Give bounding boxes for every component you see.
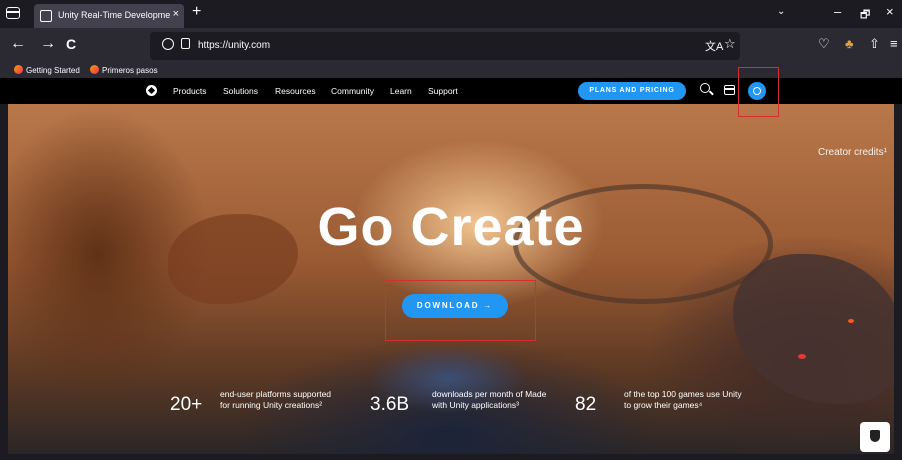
hero-lava [848, 319, 854, 323]
forward-button[interactable]: → [40, 35, 56, 53]
tab-title: Unity Real-Time Development Platf [58, 10, 170, 20]
nav-link-solutions[interactable]: Solutions [223, 86, 258, 96]
nav-link-products[interactable]: Products [173, 86, 207, 96]
translate-icon[interactable]: 文A [705, 38, 723, 54]
tab-favicon-icon [40, 10, 52, 22]
bookmark-label: Primeros pasos [102, 66, 158, 75]
menu-icon[interactable]: ≡ [890, 36, 898, 51]
tracking-protection-icon[interactable] [162, 38, 174, 50]
tab-close-icon[interactable]: × [173, 8, 179, 20]
unity-logo-icon[interactable] [146, 85, 157, 96]
nav-link-learn[interactable]: Learn [390, 86, 412, 96]
stat-number: 82 [575, 394, 597, 415]
new-tab-button[interactable]: + [192, 3, 201, 21]
shield-icon[interactable] [860, 422, 890, 452]
close-window-button[interactable]: × [886, 4, 894, 19]
browser-tab[interactable]: Unity Real-Time Development Platf × [34, 4, 184, 28]
stat-number: 3.6B [370, 394, 410, 415]
extension-icon[interactable]: ♣ [845, 36, 854, 51]
stat-description: downloads per month of Made with Unity a… [432, 389, 547, 410]
bookmark-label: Getting Started [26, 66, 80, 75]
back-button[interactable]: ← [10, 35, 26, 53]
hero-banner: Creator credits¹ Go Create DOWNLOAD → 20… [8, 104, 894, 454]
reload-button[interactable]: C [66, 36, 76, 52]
bookmark-getting-started[interactable]: Getting Started [14, 65, 80, 75]
creator-credits-link[interactable]: Creator credits¹ [818, 147, 887, 158]
url-text[interactable]: https://unity.com [198, 40, 270, 51]
firefox-icon [90, 65, 99, 74]
chevron-down-icon[interactable]: ⌄ [777, 6, 785, 17]
tab-bar: Unity Real-Time Development Platf × + ⌄ … [0, 0, 902, 28]
minimize-button[interactable]: – [834, 4, 841, 19]
navigation-toolbar: ← → C https://unity.com 文A ☆ ♡ ♣ ⇧ ≡ [0, 28, 902, 64]
bookmark-primeros-pasos[interactable]: Primeros pasos [90, 65, 158, 75]
hero-lava [798, 354, 806, 359]
nav-link-community[interactable]: Community [331, 86, 374, 96]
stat-number: 20+ [170, 394, 203, 415]
highlight-box [385, 280, 536, 341]
stat-description: end-user platforms supported for running… [220, 389, 332, 410]
cart-icon[interactable] [724, 85, 735, 95]
nav-link-resources[interactable]: Resources [275, 86, 316, 96]
hero-headline: Go Create [317, 197, 585, 257]
tab-list-icon[interactable] [6, 7, 20, 19]
bookmark-star-icon[interactable]: ☆ [724, 36, 736, 52]
address-bar[interactable]: https://unity.com 文A ☆ [150, 32, 740, 60]
nav-link-support[interactable]: Support [428, 86, 458, 96]
plans-and-pricing-button[interactable]: PLANS AND PRICING [578, 82, 686, 100]
share-icon[interactable]: ⇧ [869, 36, 880, 52]
lock-icon[interactable] [181, 38, 190, 49]
hero-rock [733, 254, 894, 404]
highlight-box [738, 67, 779, 117]
stat-description: of the top 100 games use Unity to grow t… [624, 389, 742, 410]
maximize-button[interactable]: 🗗 [860, 6, 870, 25]
firefox-icon [14, 65, 23, 74]
search-icon[interactable] [700, 83, 710, 93]
pocket-icon[interactable]: ♡ [818, 36, 830, 52]
